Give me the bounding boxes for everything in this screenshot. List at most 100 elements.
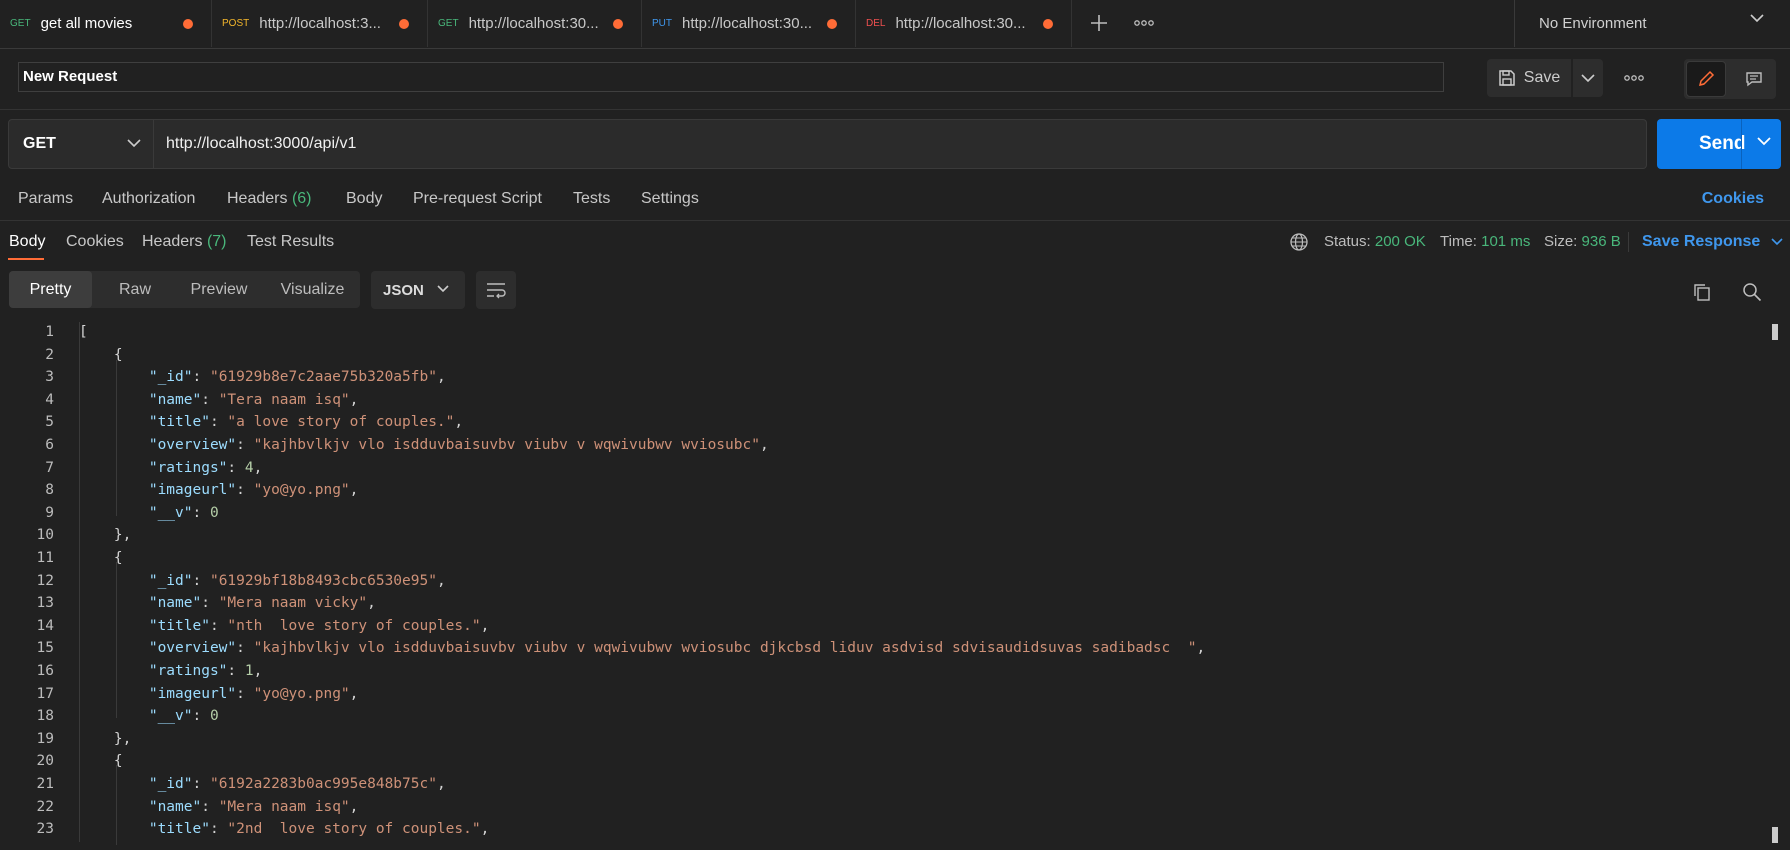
tab-headers[interactable]: Headers (6) [227,190,312,208]
globe-icon[interactable] [1288,231,1310,253]
json-key: "name" [148,391,202,408]
code-text: "title": "2nd love story of couples.", [79,821,489,837]
tab-title: http://localhost:3... [259,15,381,32]
view-visualize[interactable]: Visualize [265,271,360,308]
json-key: "title" [148,821,210,838]
json-string: "a love story of couples." [227,414,455,431]
tab-title: http://localhost:30... [468,15,599,32]
json-key: "_id" [148,369,193,386]
request-tab[interactable]: PUT http://localhost:30... [642,0,856,47]
scrollbar-thumb[interactable] [1772,827,1778,843]
code-text: "title": "nth love story of couples.", [79,618,489,634]
cookies-link[interactable]: Cookies [1702,190,1764,208]
code-line: 17 "imageurl": "yo@yo.png", [0,686,1770,708]
url-input[interactable]: http://localhost:3000/api/v1 [154,119,1647,169]
code-line: 16 "ratings": 1, [0,663,1770,685]
save-response-button[interactable]: Save Response [1642,233,1783,251]
line-number: 20 [36,753,54,770]
line-number: 16 [36,663,54,679]
tab-pre-request-script[interactable]: Pre-request Script [413,190,542,208]
response-tab-cookies[interactable]: Cookies [66,233,124,251]
comment-icon[interactable] [1734,61,1774,97]
json-punctuation: : [192,504,210,521]
json-key: "_id" [148,572,193,589]
save-button[interactable]: Save [1487,59,1571,97]
response-body-editor[interactable]: 1[2 {3 "_id": "61929b8e7c2aae75b320a5fb"… [0,322,1770,850]
status-label: Status: [1324,233,1371,250]
json-string: "2nd love story of couples." [227,821,481,838]
request-tab[interactable]: GET get all movies [0,0,212,47]
more-tabs-icon[interactable] [1133,12,1155,34]
request-tab[interactable]: POST http://localhost:3... [212,0,428,47]
headers-count: (6) [291,190,312,207]
editor-scrollbar[interactable] [1770,322,1780,843]
method-select[interactable]: GET [8,119,154,169]
json-punctuation: : [227,459,245,476]
tab-params[interactable]: Params [18,190,73,208]
search-icon[interactable] [1740,280,1764,304]
json-punctuation: : [209,414,228,431]
json-key: "_id" [148,776,193,792]
tab-authorization[interactable]: Authorization [102,190,195,208]
chevron-down-icon [1771,238,1783,246]
json-punctuation: : [236,437,254,453]
tab-body[interactable]: Body [346,190,382,208]
code-text: "_id": "6192a2283b0ac995e848b75c", [79,776,446,792]
code-line: 20 { [0,753,1770,775]
json-punctuation: , [759,437,769,453]
format-select[interactable]: JSON [371,271,465,309]
edit-pencil-icon[interactable] [1686,61,1726,97]
json-key: "title" [148,617,210,634]
more-actions-icon[interactable] [1622,69,1646,87]
json-punctuation: , [253,459,263,476]
request-tab[interactable]: DEL http://localhost:30... [856,0,1072,47]
response-tab-body[interactable]: Body [9,233,45,251]
save-options-button[interactable] [1573,59,1603,97]
view-preview[interactable]: Preview [173,271,265,308]
view-pretty[interactable]: Pretty [9,271,92,308]
code-line: 7 "ratings": 4, [0,460,1770,482]
line-number: 1 [45,324,54,340]
copy-icon[interactable] [1690,280,1714,304]
json-punctuation: , [349,391,359,408]
json-number: 4 [244,459,254,476]
tab-tests[interactable]: Tests [573,190,610,208]
chevron-down-icon [1581,73,1595,83]
json-key: "ratings" [148,663,228,679]
json-string: "kajhbvlkjv vlo isdduvbaisuvbv viubv v w… [253,437,760,453]
response-tab-headers[interactable]: Headers (7) [142,233,227,251]
new-tab-plus-icon[interactable] [1088,12,1110,34]
response-tab-test-results[interactable]: Test Results [247,233,334,251]
json-key: "overview" [148,437,237,453]
json-punctuation: : [201,798,219,815]
json-punctuation: , [1196,640,1206,657]
status-value: 200 OK [1374,233,1426,250]
scrollbar-thumb[interactable] [1772,324,1778,340]
json-punctuation: , [349,685,359,702]
environment-selector[interactable]: No Environment [1514,0,1790,47]
tab-title: http://localhost:30... [895,15,1026,32]
save-disk-icon [1498,69,1516,87]
save-response-label: Save Response [1642,233,1761,250]
send-options-chevron-icon[interactable] [1757,136,1771,146]
request-name-field[interactable]: New Request [18,62,1444,92]
code-text: "_id": "61929bf18b8493cbc6530e95", [79,573,446,589]
json-punctuation: , [349,482,359,499]
tab-method-badge: PUT [652,18,672,29]
wrap-lines-button[interactable] [476,271,516,309]
json-number: 1 [244,663,254,679]
tab-settings[interactable]: Settings [641,190,699,208]
request-tabs: Params Authorization Headers (6) Body Pr… [0,180,1790,221]
request-tab[interactable]: GET http://localhost:30... [428,0,642,47]
request-title-row: New Request Save [0,49,1790,110]
json-string: "61929b8e7c2aae75b320a5fb" [209,369,437,386]
time-value: 101 ms [1481,233,1531,250]
line-number: 3 [45,369,54,386]
send-button[interactable]: Send [1657,119,1781,169]
view-raw[interactable]: Raw [97,271,173,308]
